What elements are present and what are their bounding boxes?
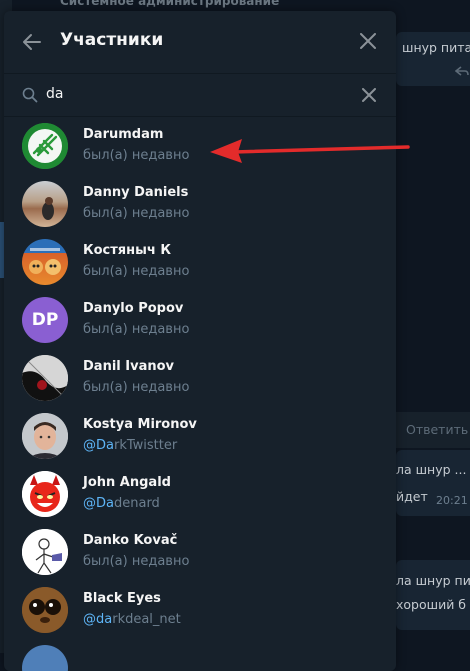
- members-dialog: Участники Darumdam был(а: [4, 11, 396, 671]
- username-prefix: @: [83, 612, 96, 627]
- background-chat: [396, 0, 470, 653]
- message-time: 20:21: [436, 494, 468, 507]
- username-match: da: [96, 612, 113, 627]
- member-name: Danko Kovač: [83, 533, 178, 548]
- background-message: [396, 560, 470, 630]
- back-arrow-icon[interactable]: [22, 32, 42, 52]
- member-name: John Angald: [83, 475, 171, 490]
- avatar-photo: [22, 413, 68, 459]
- search-input[interactable]: [46, 83, 336, 105]
- background-chat-title: Системное администрирование: [60, 0, 280, 8]
- username-prefix: @: [83, 496, 96, 511]
- member-name: Костяныч К: [83, 243, 171, 258]
- background-message-text: ла шнур ...: [396, 462, 467, 477]
- member-status: был(а) недавно: [83, 380, 190, 395]
- member-status: был(а) недавно: [83, 264, 190, 279]
- avatar-initials: DP: [22, 297, 68, 343]
- member-row[interactable]: Danil Ivanov был(а) недавно: [4, 350, 396, 408]
- annotation-arrow-icon: [210, 139, 410, 163]
- member-status: был(а) недавно: [83, 206, 190, 221]
- member-row[interactable]: Black Eyes @darkdeal_net: [4, 582, 396, 640]
- member-row[interactable]: Kostya Mironov @DarkTwistter: [4, 408, 396, 466]
- avatar-photo: [22, 355, 68, 401]
- background-message-text: хороший б: [396, 597, 466, 612]
- member-name: Danny Daniels: [83, 185, 189, 200]
- avatar-sketch: [22, 529, 68, 575]
- username-match: Da: [96, 438, 114, 453]
- avatar: [22, 529, 68, 575]
- avatar-photo: [29, 248, 61, 275]
- background-message-text: йдет: [396, 489, 428, 504]
- member-name: Black Eyes: [83, 591, 161, 606]
- member-row[interactable]: Danny Daniels был(а) недавно: [4, 176, 396, 234]
- close-icon[interactable]: [360, 33, 376, 49]
- member-row[interactable]: [4, 640, 396, 671]
- background-message-text: шнур питан: [402, 40, 470, 55]
- username-rest: denard: [113, 496, 160, 511]
- member-status: был(а) недавно: [83, 554, 190, 569]
- member-name: Danil Ivanov: [83, 359, 174, 374]
- avatar: [22, 239, 68, 285]
- member-name: Darumdam: [83, 127, 164, 142]
- background-message-text: ла шнур пит: [396, 573, 470, 588]
- reply-arrow-icon: [455, 66, 469, 76]
- username-prefix: @: [83, 438, 96, 453]
- avatar: [22, 355, 68, 401]
- brand-logo-icon: [22, 123, 68, 169]
- avatar: [22, 587, 68, 633]
- member-row[interactable]: Костяныч К был(а) недавно: [4, 234, 396, 292]
- member-row[interactable]: DP Danylo Popov был(а) недавно: [4, 292, 396, 350]
- dialog-title: Участники: [60, 30, 164, 50]
- search-icon: [22, 87, 38, 103]
- search-bar: [4, 73, 396, 117]
- username-rest: rkTwistter: [113, 438, 178, 453]
- member-status: был(а) недавно: [83, 322, 190, 337]
- dialog-header: Участники: [4, 11, 396, 73]
- members-list: Darumdam был(а) недавно Danny Daniels бы…: [4, 118, 396, 671]
- member-username: @Dadenard: [83, 496, 160, 511]
- reply-button[interactable]: Ответить: [406, 422, 468, 437]
- devil-face-icon: [22, 471, 68, 517]
- avatar: [22, 181, 68, 227]
- member-username: @DarkTwistter: [83, 438, 177, 453]
- member-name: Kostya Mironov: [83, 417, 197, 432]
- avatar: [22, 123, 68, 169]
- avatar: [22, 645, 68, 671]
- member-status: был(а) недавно: [83, 148, 190, 163]
- member-username: @darkdeal_net: [83, 612, 181, 627]
- clear-search-icon[interactable]: [362, 88, 376, 102]
- avatar-photo: [42, 197, 54, 220]
- member-row[interactable]: Danko Kovač был(а) недавно: [4, 524, 396, 582]
- avatar: [22, 471, 68, 517]
- avatar-photo: [22, 587, 68, 633]
- member-name: Danylo Popov: [83, 301, 184, 316]
- username-match: Da: [96, 496, 114, 511]
- member-row[interactable]: John Angald @Dadenard: [4, 466, 396, 524]
- avatar: [22, 413, 68, 459]
- username-rest: rkdeal_net: [112, 612, 181, 627]
